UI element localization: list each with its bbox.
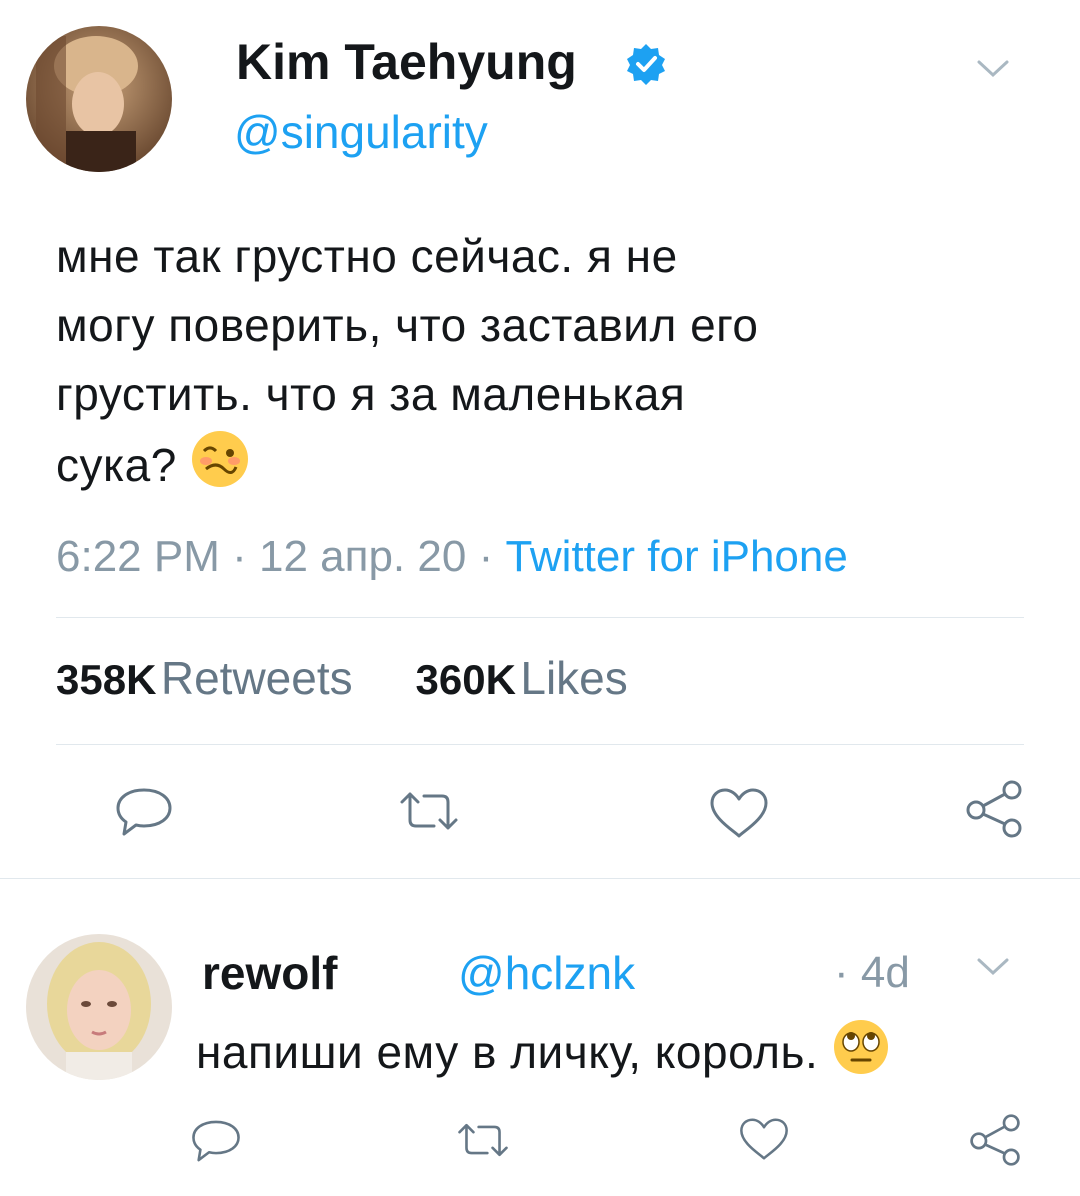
tweet-time: 6:22 PM (56, 532, 220, 581)
tweet-text-line: грустить. что я за маленькая (56, 368, 686, 420)
likes-stat[interactable]: 360K Likes (416, 652, 628, 704)
reply-handle[interactable]: @hclznk (458, 944, 635, 1002)
tweet-text-line: могу поверить, что заставил его (56, 299, 759, 351)
main-tweet-text: мне так грустно сейчас. я не могу повери… (56, 222, 1036, 508)
woozy-face-emoji (190, 429, 250, 508)
tweet-options-chevron-icon[interactable] (976, 58, 1010, 80)
reply-age: · 4d (834, 944, 910, 1002)
retweet-icon[interactable] (398, 788, 460, 834)
reply-author-name[interactable]: rewolf (202, 944, 337, 1002)
meta-separator: · (478, 532, 506, 581)
divider (56, 617, 1024, 618)
reply-text-row: напиши ему в личку, король. (196, 1018, 890, 1093)
retweet-icon[interactable] (456, 1120, 510, 1160)
like-heart-icon[interactable] (738, 1116, 790, 1162)
meta-separator: · (232, 532, 259, 581)
reply-age-value: 4d (860, 948, 910, 997)
divider (0, 878, 1080, 879)
share-icon[interactable] (968, 1112, 1022, 1168)
tweet-meta-row: 6:22 PM · 12 апр. 20 · Twitter for iPhon… (56, 528, 848, 586)
tweet-text-line: сука? (56, 439, 177, 491)
likes-count: 360K (415, 656, 516, 703)
tweet-text-line-last: сука? (56, 429, 1036, 508)
meta-separator: · (834, 948, 849, 997)
retweets-label: Retweets (160, 652, 353, 704)
face-with-rolling-eyes-emoji (832, 1018, 890, 1093)
reply-icon[interactable] (190, 1118, 242, 1164)
tweet-text-line: мне так грустно сейчас. я не (56, 230, 678, 282)
likes-label: Likes (520, 652, 628, 704)
like-heart-icon[interactable] (708, 786, 770, 840)
reply-text: напиши ему в личку, король. (196, 1026, 819, 1078)
main-tweet-handle[interactable]: @singularity (234, 103, 488, 161)
tweet-stats-row: 358K Retweets 360K Likes (56, 650, 628, 718)
reply-options-chevron-icon[interactable] (976, 956, 1010, 978)
reply-icon[interactable] (114, 786, 174, 838)
tweet-date: 12 апр. 20 (259, 532, 467, 581)
reply-avatar[interactable] (26, 934, 172, 1080)
main-tweet-author-name[interactable]: Kim Taehyung (236, 30, 577, 94)
divider (56, 744, 1024, 745)
share-icon[interactable] (964, 778, 1024, 840)
verified-badge-icon (624, 42, 668, 86)
main-tweet-avatar[interactable] (26, 26, 172, 172)
retweets-count: 358K (56, 656, 157, 703)
retweets-stat[interactable]: 358K Retweets (56, 652, 357, 704)
tweet-source-link[interactable]: Twitter for iPhone (505, 532, 847, 581)
